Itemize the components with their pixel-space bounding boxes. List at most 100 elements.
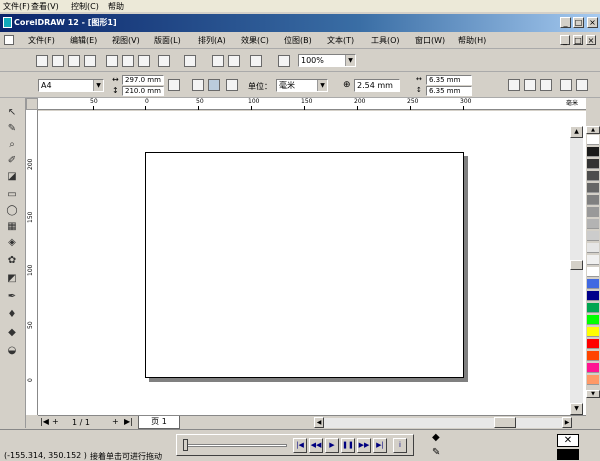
doc-restore-button[interactable]: □ xyxy=(573,35,583,45)
cut-icon[interactable] xyxy=(106,55,118,67)
freehand-tool-icon[interactable]: ✐ xyxy=(5,154,19,168)
menu-edit[interactable]: 编辑(E) xyxy=(70,35,97,46)
snap-guidelines-icon[interactable] xyxy=(524,79,536,91)
color-swatch[interactable] xyxy=(587,291,599,301)
page-area[interactable] xyxy=(145,152,464,378)
horizontal-ruler[interactable]: 50 0 50 100 150 200 250 300 毫米 xyxy=(38,98,586,110)
color-swatch[interactable] xyxy=(587,255,599,265)
spinner-icon[interactable] xyxy=(168,79,180,91)
options-icon[interactable] xyxy=(560,79,572,91)
text-tool-icon[interactable]: ✿ xyxy=(5,254,19,268)
first-page-icon[interactable]: |◀ xyxy=(40,417,49,426)
copy-icon[interactable] xyxy=(122,55,134,67)
pick-tool-icon[interactable]: ↖ xyxy=(5,106,19,120)
units-select[interactable]: 毫米 ▼ xyxy=(276,79,328,92)
redo-icon[interactable] xyxy=(184,55,196,67)
doc-icon[interactable] xyxy=(4,35,14,45)
nudge-field[interactable]: 2.54 mm xyxy=(354,79,400,92)
export-icon[interactable] xyxy=(228,55,240,67)
color-swatch[interactable] xyxy=(587,171,599,181)
zoom-select[interactable]: 100% ▼ xyxy=(298,54,356,67)
print-icon[interactable] xyxy=(84,55,96,67)
color-swatch[interactable] xyxy=(587,219,599,229)
hscroll-thumb[interactable] xyxy=(494,417,516,428)
color-swatch[interactable] xyxy=(587,279,599,289)
vertical-scrollbar[interactable]: ▲ ▼ xyxy=(570,126,583,416)
rectangle-tool-icon[interactable]: ▭ xyxy=(5,188,19,202)
interactive-fill-tool-icon[interactable]: ◒ xyxy=(5,344,19,358)
import-icon[interactable] xyxy=(212,55,224,67)
scroll-thumb[interactable] xyxy=(570,260,583,270)
duplicate-x-field[interactable]: 6.35 mm xyxy=(426,75,472,85)
color-swatch[interactable] xyxy=(587,327,599,337)
menu-file[interactable]: 文件(F) xyxy=(28,35,55,46)
close-button[interactable]: × xyxy=(587,17,598,28)
zoom-tool-icon[interactable]: ⌕ xyxy=(5,138,19,152)
last-page-icon[interactable]: ▶| xyxy=(124,417,133,426)
page-tab[interactable]: 页 1 xyxy=(138,416,180,429)
smart-fill-tool-icon[interactable]: ◪ xyxy=(5,170,19,184)
menu-help[interactable]: 帮助(H) xyxy=(458,35,486,46)
outer-menu-file[interactable]: 文件(F) xyxy=(3,1,30,12)
save-icon[interactable] xyxy=(68,55,80,67)
outline-tool-icon[interactable]: ♦ xyxy=(5,308,19,322)
pause-icon[interactable]: ❚❚ xyxy=(341,438,355,453)
menu-layout[interactable]: 版面(L) xyxy=(154,35,181,46)
snap-grid-icon[interactable] xyxy=(508,79,520,91)
corel-online-icon[interactable] xyxy=(278,55,290,67)
scroll-down-icon[interactable]: ▼ xyxy=(570,403,583,415)
color-swatch[interactable] xyxy=(587,195,599,205)
menu-bitmaps[interactable]: 位图(B) xyxy=(284,35,312,46)
scroll-left-icon[interactable]: ◀ xyxy=(314,417,324,428)
horizontal-scrollbar[interactable]: ◀ ▶ xyxy=(314,417,572,428)
player-track[interactable] xyxy=(183,444,287,447)
palette-up-icon[interactable]: ▲ xyxy=(586,126,600,134)
menu-effects[interactable]: 效果(C) xyxy=(241,35,269,46)
color-swatch[interactable] xyxy=(587,315,599,325)
color-swatch[interactable] xyxy=(587,207,599,217)
chevron-down-icon[interactable]: ▼ xyxy=(345,55,355,66)
color-swatch[interactable] xyxy=(587,351,599,361)
menu-arrange[interactable]: 排列(A) xyxy=(198,35,226,46)
undo-icon[interactable] xyxy=(158,55,170,67)
menu-view[interactable]: 视图(V) xyxy=(112,35,140,46)
ruler-corner[interactable] xyxy=(26,98,38,110)
outer-menu-help[interactable]: 帮助 xyxy=(108,1,124,12)
play-icon[interactable]: ▶ xyxy=(325,438,339,453)
outline-swatch[interactable] xyxy=(557,449,579,460)
minimize-button[interactable]: _ xyxy=(560,17,571,28)
portrait-icon[interactable] xyxy=(192,79,204,91)
outline-indicator-icon[interactable]: ✎ xyxy=(432,447,440,458)
maximize-button[interactable]: □ xyxy=(573,17,584,28)
color-swatch[interactable] xyxy=(587,147,599,157)
page-height-field[interactable]: 210.0 mm xyxy=(122,86,164,96)
open-icon[interactable] xyxy=(52,55,64,67)
paper-size-select[interactable]: A4 ▼ xyxy=(38,79,104,92)
color-swatch[interactable] xyxy=(587,363,599,373)
ellipse-tool-icon[interactable]: ◯ xyxy=(5,204,19,218)
page-width-field[interactable]: 297.0 mm xyxy=(122,75,164,85)
shape-tool-icon[interactable]: ✎ xyxy=(5,122,19,136)
color-swatch[interactable] xyxy=(587,159,599,169)
outer-menu-view[interactable]: 查看(V) xyxy=(31,1,59,12)
color-swatch[interactable] xyxy=(587,375,599,385)
forward-icon[interactable]: ▶▶ xyxy=(357,438,371,453)
color-swatch[interactable] xyxy=(587,135,599,145)
scroll-up-icon[interactable]: ▲ xyxy=(570,126,583,138)
rewind-start-icon[interactable]: |◀ xyxy=(293,438,307,453)
basic-shapes-tool-icon[interactable]: ◈ xyxy=(5,236,19,250)
add-page-before-icon[interactable]: + xyxy=(52,417,59,426)
fill-indicator-icon[interactable]: ◆ xyxy=(432,432,440,443)
menu-tools[interactable]: 工具(O) xyxy=(371,35,400,46)
palette-down-icon[interactable]: ▼ xyxy=(586,390,600,398)
fill-swatch-none[interactable]: ✕ xyxy=(557,434,579,447)
forward-end-icon[interactable]: ▶| xyxy=(373,438,387,453)
options-icon-2[interactable] xyxy=(576,79,588,91)
outer-menu-control[interactable]: 控制(C) xyxy=(71,1,99,12)
color-swatch[interactable] xyxy=(587,183,599,193)
color-swatch[interactable] xyxy=(587,339,599,349)
drawing-canvas[interactable] xyxy=(38,111,586,415)
color-swatch[interactable] xyxy=(587,243,599,253)
application-launcher-icon[interactable] xyxy=(250,55,262,67)
vertical-ruler[interactable]: 200 150 100 50 0 xyxy=(26,110,38,415)
